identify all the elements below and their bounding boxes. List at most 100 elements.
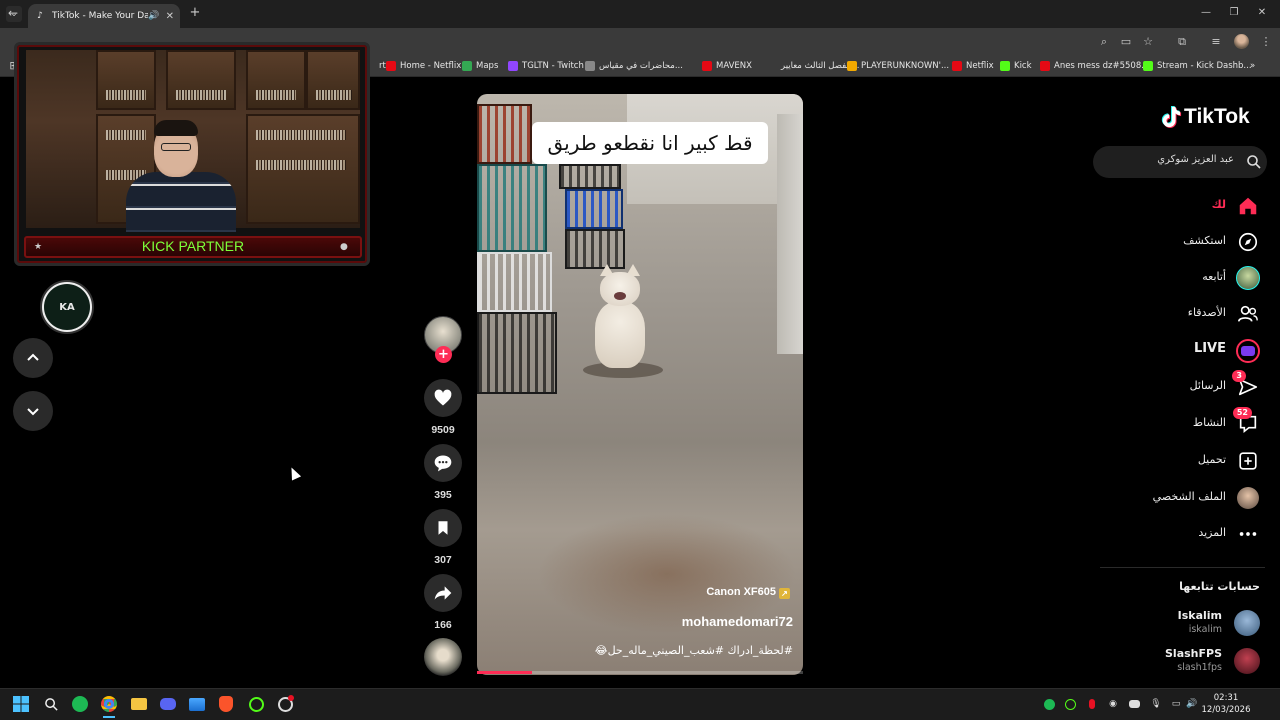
tiktok-logo[interactable]: TikTok	[1160, 103, 1250, 131]
bookmark-label: Anes mess dz#5508...	[1054, 61, 1150, 71]
bookmark-item[interactable]: محاضرات في مقياس...	[585, 58, 683, 74]
sidebar-item-profile[interactable]: الملف الشخصي	[1110, 485, 1260, 511]
comment-icon	[434, 455, 452, 472]
bookmarks-overflow-icon[interactable]: »	[1250, 58, 1255, 74]
file-explorer-icon[interactable]	[130, 695, 148, 713]
microphone-tray-icon[interactable]	[1086, 698, 1098, 710]
sidebar-item-live[interactable]: LIVE	[1110, 338, 1260, 364]
like-button[interactable]	[424, 379, 462, 417]
sidebar-item-activity[interactable]: النشاط 52	[1110, 407, 1260, 437]
bookmark-label: Stream - Kick Dashb...	[1157, 61, 1252, 71]
active-app-indicator	[103, 716, 115, 718]
kick-app-icon[interactable]	[247, 695, 265, 713]
chevron-down-icon	[27, 408, 39, 416]
menu-dots-icon[interactable]: ⋮	[1258, 34, 1274, 50]
sidebar-item-messages[interactable]: الرسائل 3	[1110, 370, 1260, 400]
account-name: SlashFPS	[1165, 647, 1222, 660]
camera-label[interactable]: Canon XF605 ↗	[660, 586, 790, 604]
cast-icon[interactable]: ▭	[1118, 34, 1134, 50]
cat-mouth	[614, 292, 626, 300]
crate-blue	[565, 189, 623, 229]
sidebar-item-label: تحميل	[1197, 453, 1226, 466]
minimize-button[interactable]: —	[1196, 6, 1216, 20]
volume-tray-icon[interactable]: 🔊	[1186, 698, 1198, 710]
upload-icon	[1236, 449, 1260, 473]
windows-start-icon[interactable]	[12, 695, 30, 713]
video-author[interactable]: mohamedomari72	[600, 614, 793, 629]
sidebar-item-friends[interactable]: الأصدقاء	[1110, 301, 1260, 327]
back-arrow-icon[interactable]: ←	[8, 6, 24, 22]
bookmark-item[interactable]: Kick	[1000, 58, 1032, 74]
extensions-icon[interactable]: ⧉	[1174, 34, 1190, 50]
bookmark-item[interactable]: Stream - Kick Dashb...	[1143, 58, 1252, 74]
bookmark-label: Netflix	[966, 61, 994, 71]
kick-tray-icon[interactable]	[1064, 698, 1076, 710]
comment-button[interactable]	[424, 444, 462, 482]
bookmark-item[interactable]: PLAYERUNKNOWN'...	[847, 58, 949, 74]
speaker-icon[interactable]: 🔊	[148, 11, 159, 21]
taskbar-clock-time[interactable]: 02:31	[1200, 693, 1252, 703]
active-tab[interactable]: ♪ TikTok - Make Your Day 🔊 ✕	[28, 4, 180, 28]
external-link-icon: ↗	[779, 588, 790, 599]
camera-label-text: Canon XF605	[706, 586, 776, 598]
following-account-item[interactable]: Iskalim iskalim	[1100, 608, 1260, 640]
sidebar-divider	[1100, 567, 1265, 568]
mic-tray-icon[interactable]: 🎙	[1150, 698, 1162, 710]
bookmark-item[interactable]: Netflix	[952, 58, 994, 74]
music-disc[interactable]	[424, 638, 462, 676]
next-video-button[interactable]	[13, 391, 53, 431]
home-icon	[1236, 194, 1260, 218]
sidebar-item-following-avatar[interactable]: أتابعه	[1110, 265, 1260, 291]
steam-tray-icon[interactable]: ◉	[1107, 698, 1119, 710]
crate-black-small	[559, 164, 621, 189]
bookmark-item[interactable]: TGLTN - Twitch	[508, 58, 584, 74]
streamer-hair	[154, 120, 198, 136]
sidebar-item-upload[interactable]: تحميل	[1110, 448, 1260, 474]
bookmark-label: rt	[379, 61, 386, 71]
photos-icon[interactable]	[188, 695, 206, 713]
bookmark-item[interactable]: MAVENX	[702, 58, 752, 74]
spotify-tray-icon[interactable]	[1043, 698, 1055, 710]
bookmark-item[interactable]: Maps	[462, 58, 498, 74]
share-button[interactable]	[424, 574, 462, 612]
new-tab-button[interactable]: +	[188, 6, 202, 20]
crate-black-lower	[565, 229, 625, 269]
taskbar-search-icon[interactable]	[42, 695, 60, 713]
reading-list-icon[interactable]: ≡	[1208, 34, 1224, 50]
network-tray-icon[interactable]: ▭	[1170, 698, 1182, 710]
brave-icon[interactable]	[217, 695, 235, 713]
obs-icon[interactable]	[276, 695, 294, 713]
tiktok-note-icon	[1161, 106, 1182, 128]
save-count: 307	[434, 554, 452, 566]
discord-icon[interactable]	[159, 695, 177, 713]
sidebar-item-more[interactable]: المزيد	[1110, 521, 1260, 547]
discord-tray-icon[interactable]	[1128, 698, 1140, 710]
profile-avatar[interactable]	[1234, 34, 1249, 49]
channel-logo: KA	[40, 280, 94, 334]
search-icon[interactable]	[1246, 154, 1262, 170]
tiktok-favicon-icon: ♪	[37, 11, 43, 21]
previous-video-button[interactable]	[13, 338, 53, 378]
sidebar-item-home[interactable]: لك	[1110, 193, 1260, 219]
save-button[interactable]	[424, 509, 462, 547]
bookmark-label: محاضرات في مقياس...	[599, 61, 683, 71]
follow-plus-button[interactable]: +	[435, 346, 452, 363]
bookmark-star-icon[interactable]: ☆	[1140, 34, 1156, 50]
progress-fill	[477, 671, 532, 674]
zoom-icon[interactable]: ⌕	[1096, 34, 1112, 50]
sidebar-item-compass[interactable]: استكشف	[1110, 229, 1260, 255]
bookmark-favicon-icon	[767, 61, 777, 71]
taskbar-clock-date[interactable]: 12/03/2026	[1200, 705, 1252, 715]
kick-partner-label: KICK PARTNER	[141, 238, 245, 254]
tab-close-icon[interactable]: ✕	[166, 11, 174, 22]
chrome-icon[interactable]	[100, 695, 118, 713]
video-description[interactable]: #لحظة_ادراك #شعب_الصيني_ماله_حل😂	[540, 644, 793, 657]
following-account-item[interactable]: SlashFPS slash1fps	[1100, 646, 1260, 678]
bookmark-item[interactable]: Home - Netflix	[386, 58, 461, 74]
close-window-button[interactable]: ✕	[1252, 6, 1272, 20]
bookmark-item[interactable]: Anes mess dz#5508...	[1040, 58, 1149, 74]
sidebar-item-label: استكشف	[1183, 234, 1226, 247]
spotify-icon[interactable]	[71, 695, 89, 713]
bookmark-item[interactable]: الفصل الثالث معايير...	[767, 58, 859, 74]
restore-button[interactable]: ❐	[1224, 6, 1244, 20]
